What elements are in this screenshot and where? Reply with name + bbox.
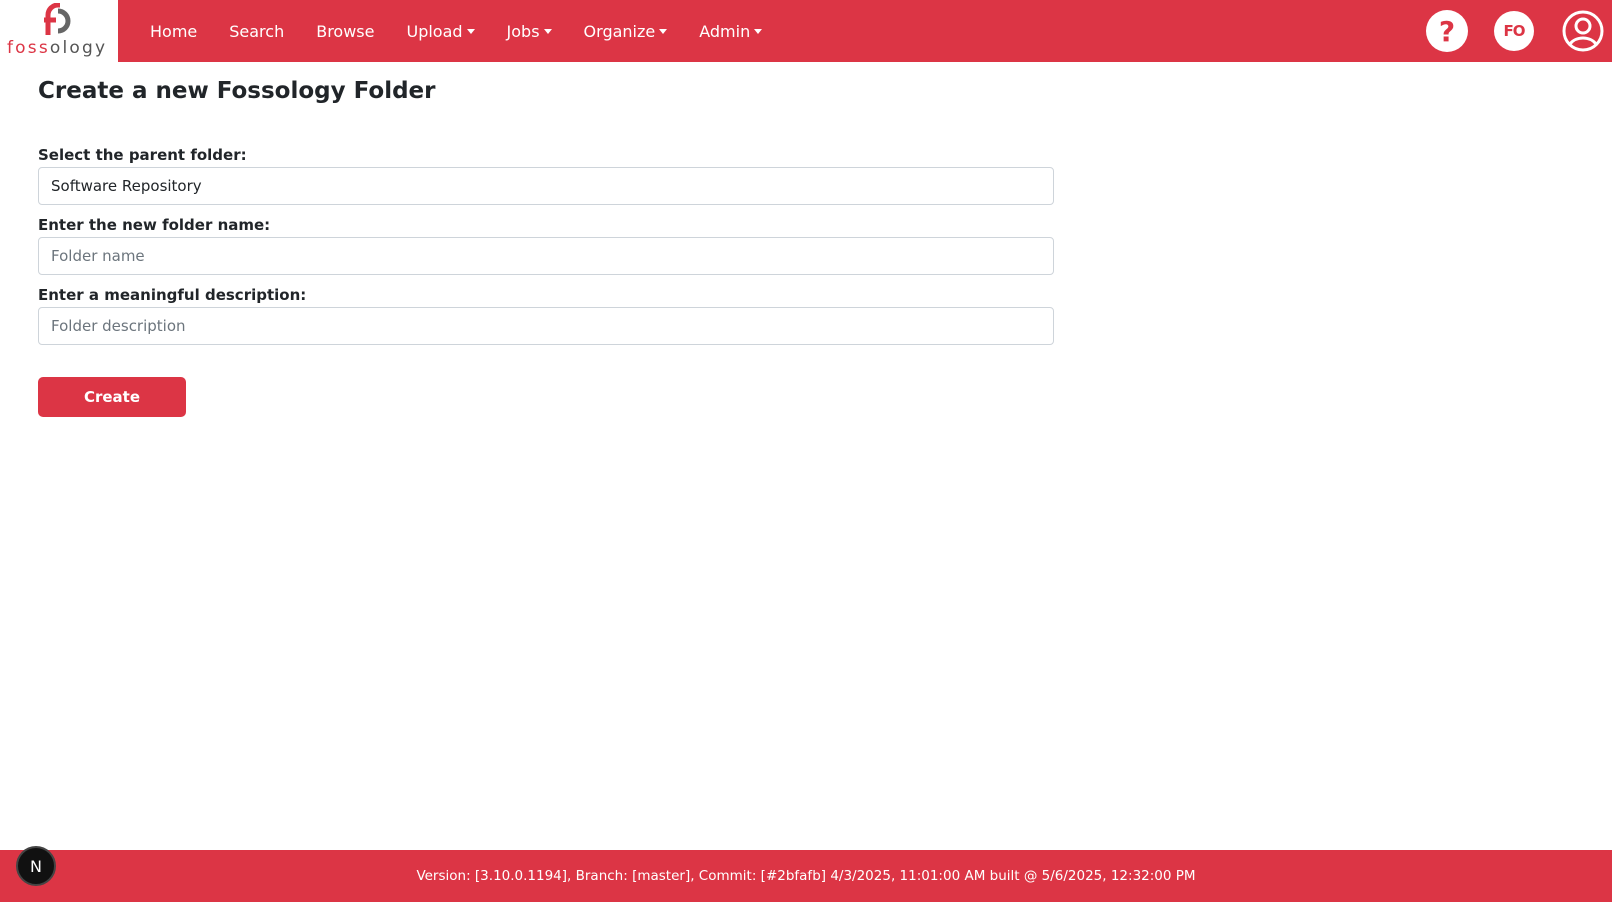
nav-search[interactable]: Search (213, 22, 300, 41)
caret-down-icon (659, 28, 668, 34)
caret-down-icon (543, 28, 552, 34)
top-navbar: fossology Home Search Browse Upload Jobs… (0, 0, 1612, 62)
parent-folder-select[interactable]: Software Repository (38, 167, 1054, 205)
nav-organize-dropdown[interactable]: Organize (568, 22, 684, 41)
nav-upload-dropdown[interactable]: Upload (390, 22, 490, 41)
fossology-logo[interactable]: fossology (0, 0, 118, 62)
nav-home[interactable]: Home (134, 22, 213, 41)
caret-down-icon (754, 28, 763, 34)
parent-folder-label: Select the parent folder: (38, 146, 247, 164)
nav-admin-dropdown[interactable]: Admin (683, 22, 778, 41)
user-circle-icon[interactable] (1562, 10, 1604, 52)
dev-tools-badge[interactable]: N (16, 846, 56, 886)
folder-description-input[interactable] (38, 307, 1054, 345)
create-button[interactable]: Create (38, 377, 186, 417)
page-title: Create a new Fossology Folder (38, 78, 436, 104)
nav-jobs-dropdown[interactable]: Jobs (491, 22, 568, 41)
logo-wordmark: fossology (7, 38, 108, 58)
fossology-logo-icon (44, 3, 71, 35)
footer: Version: [3.10.0.1194], Branch: [master]… (0, 850, 1612, 902)
parent-folder-value: Software Repository (51, 177, 202, 195)
main-nav: Home Search Browse Upload Jobs Organize … (134, 0, 778, 62)
description-label: Enter a meaningful description: (38, 286, 307, 304)
version-info: Version: [3.10.0.1194], Branch: [master]… (416, 868, 1196, 884)
folder-name-input[interactable] (38, 237, 1054, 275)
help-icon[interactable]: ? (1426, 10, 1468, 52)
folder-name-label: Enter the new folder name: (38, 216, 271, 234)
user-initials-badge[interactable]: FO (1494, 11, 1534, 51)
nav-browse[interactable]: Browse (300, 22, 390, 41)
caret-down-icon (466, 28, 475, 34)
